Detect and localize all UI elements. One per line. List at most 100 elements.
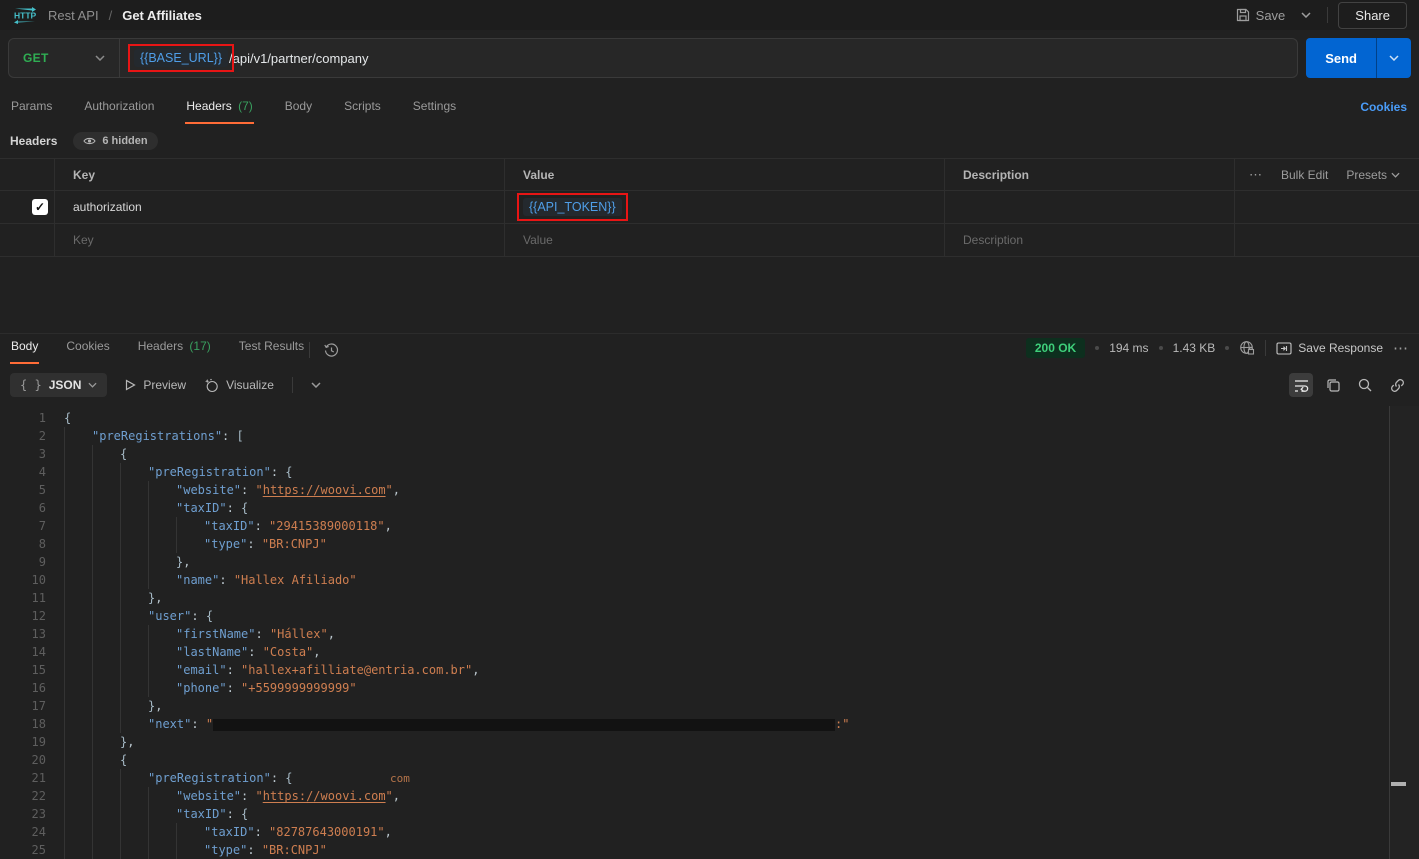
response-size[interactable]: 1.43 KB xyxy=(1173,341,1216,355)
share-button[interactable]: Share xyxy=(1338,2,1407,29)
code-line: 13"firstName": "Hállex", xyxy=(0,625,1419,643)
code-line: 6"taxID": { xyxy=(0,499,1419,517)
status-badge[interactable]: 200 OK xyxy=(1026,338,1085,358)
indent-guide xyxy=(92,499,120,517)
eye-icon xyxy=(83,136,96,146)
copy-icon[interactable] xyxy=(1321,373,1345,397)
indent-guide xyxy=(120,463,148,481)
tab-headers[interactable]: Headers (7) xyxy=(185,91,253,124)
indent-guide xyxy=(176,517,204,535)
header-row-actions xyxy=(1235,191,1419,224)
indent-guide xyxy=(64,481,92,499)
indent-guide xyxy=(92,517,120,535)
tab-params[interactable]: Params xyxy=(10,91,53,124)
indent-guide xyxy=(120,841,148,859)
indent-guide xyxy=(148,553,176,571)
url-input[interactable]: {{BASE_URL}} /api/v1/partner/company xyxy=(120,49,368,67)
save-response-button[interactable]: Save Response xyxy=(1276,341,1383,355)
wrap-text-icon[interactable] xyxy=(1289,373,1313,397)
line-number: 22 xyxy=(0,787,46,805)
api-token-variable[interactable]: {{API_TOKEN}} xyxy=(523,198,622,216)
row-checkbox-checked[interactable]: ✓ xyxy=(32,199,48,215)
tab-body[interactable]: Body xyxy=(284,91,313,124)
response-tab-body[interactable]: Body xyxy=(10,331,39,364)
indent-guide xyxy=(64,445,92,463)
history-icon[interactable] xyxy=(324,343,339,358)
chevron-down-icon xyxy=(88,382,97,388)
code-line: 20{ xyxy=(0,751,1419,769)
line-number: 15 xyxy=(0,661,46,679)
indent-guide xyxy=(92,589,120,607)
hidden-headers-toggle[interactable]: 6 hidden xyxy=(73,132,157,150)
indent-guide xyxy=(148,805,176,823)
chevron-down-icon[interactable] xyxy=(311,382,321,388)
tab-settings[interactable]: Settings xyxy=(412,91,457,124)
line-number: 10 xyxy=(0,571,46,589)
tab-scripts[interactable]: Scripts xyxy=(343,91,382,124)
indent-guide xyxy=(64,787,92,805)
chevron-down-icon xyxy=(1391,172,1400,178)
viewer-toolbar-left: { } JSON Preview Visualize xyxy=(10,373,321,397)
preview-button[interactable]: Preview xyxy=(125,378,186,392)
response-viewer-toolbar: { } JSON Preview Visualize xyxy=(0,364,1419,406)
indent-guide xyxy=(120,517,148,535)
indent-guide xyxy=(92,841,120,859)
indent-guide xyxy=(120,571,148,589)
visualize-button[interactable]: Visualize xyxy=(204,378,274,393)
code-line: 10"name": "Hallex Afiliado" xyxy=(0,571,1419,589)
tab-authorization[interactable]: Authorization xyxy=(83,91,155,124)
indent-guide xyxy=(64,625,92,643)
response-tab-test-results[interactable]: Test Results xyxy=(238,331,305,364)
bulk-edit-button[interactable]: Bulk Edit xyxy=(1281,168,1328,182)
meta-divider xyxy=(1265,340,1266,356)
line-number: 4 xyxy=(0,463,46,481)
line-number: 16 xyxy=(0,679,46,697)
url-path: /api/v1/partner/company xyxy=(229,51,368,66)
key-input-placeholder[interactable]: Key xyxy=(55,224,505,257)
code-scrollbar-track[interactable] xyxy=(1389,406,1419,859)
header-description-cell[interactable] xyxy=(945,191,1235,224)
response-time[interactable]: 194 ms xyxy=(1109,341,1148,355)
indent-guide xyxy=(120,697,148,715)
send-button[interactable]: Send xyxy=(1306,38,1376,78)
save-button[interactable]: Save xyxy=(1236,8,1286,23)
indent-guide xyxy=(120,715,148,733)
preview-label: Preview xyxy=(143,378,186,392)
header-key-cell[interactable]: authorization xyxy=(55,191,505,224)
indent-guide xyxy=(92,679,120,697)
empty-row-actions xyxy=(1235,224,1419,257)
response-tab-cookies[interactable]: Cookies xyxy=(65,331,110,364)
response-tab-extras xyxy=(309,342,339,364)
headers-section-header: Headers 6 hidden xyxy=(0,124,1419,158)
format-select[interactable]: { } JSON xyxy=(10,373,107,397)
response-tab-headers[interactable]: Headers (17) xyxy=(137,331,212,364)
column-options-icon[interactable]: ⋯ xyxy=(1249,167,1263,183)
breadcrumb-parent[interactable]: Rest API xyxy=(48,8,99,23)
response-more-options-icon[interactable]: ⋯ xyxy=(1393,339,1409,357)
presets-dropdown[interactable]: Presets xyxy=(1346,168,1400,182)
search-icon[interactable] xyxy=(1353,373,1377,397)
header-value-cell[interactable]: {{API_TOKEN}} xyxy=(505,191,945,224)
indent-guide xyxy=(64,805,92,823)
indent-guide xyxy=(64,427,92,445)
response-body-json[interactable]: 1{2"preRegistrations": [3{4"preRegistrat… xyxy=(0,406,1419,859)
chevron-down-icon xyxy=(95,55,105,61)
topbar-actions: Save Share xyxy=(1236,2,1407,29)
save-options-chevron[interactable] xyxy=(1295,10,1317,20)
indent-guide xyxy=(64,607,92,625)
indent-guide xyxy=(120,625,148,643)
indent-guide xyxy=(92,571,120,589)
code-scrollbar-handle[interactable] xyxy=(1391,782,1406,786)
method-select[interactable]: GET xyxy=(9,51,119,65)
description-input-placeholder[interactable]: Description xyxy=(945,224,1235,257)
header-row-empty: Key Value Description xyxy=(0,224,1419,257)
link-icon[interactable] xyxy=(1385,373,1409,397)
indent-guide xyxy=(64,661,92,679)
send-options-button[interactable] xyxy=(1376,38,1411,78)
line-number: 25 xyxy=(0,841,46,859)
base-url-variable[interactable]: {{BASE_URL}} xyxy=(134,49,228,67)
code-line: 2"preRegistrations": [ xyxy=(0,427,1419,445)
value-input-placeholder[interactable]: Value xyxy=(505,224,945,257)
cookies-link[interactable]: Cookies xyxy=(1360,100,1407,114)
network-info-icon[interactable] xyxy=(1239,340,1255,356)
